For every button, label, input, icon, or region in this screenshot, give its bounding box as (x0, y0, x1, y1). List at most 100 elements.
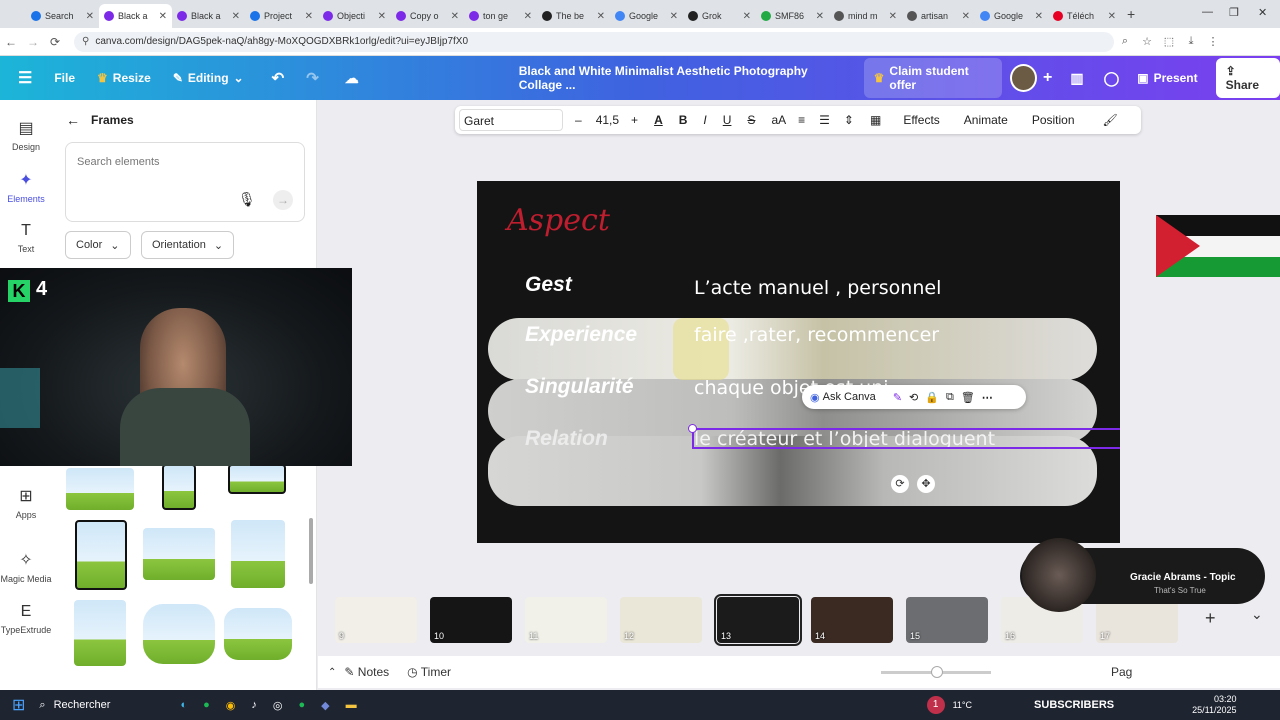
browser-tab[interactable]: Téléch ✕ (1048, 4, 1121, 28)
add-collaborator-icon[interactable]: + (1043, 69, 1052, 87)
rail-elements[interactable]: ✦ Elements (0, 170, 52, 204)
taskbar-search-icon[interactable]: ⌕ (39, 699, 45, 712)
italic-icon[interactable]: I (703, 113, 706, 127)
discord-icon[interactable]: ◆ (321, 699, 329, 712)
arrow-right-icon[interactable]: → (273, 190, 293, 210)
close-tab-icon[interactable]: ✕ (1035, 11, 1043, 22)
row-label-gest[interactable]: Gest (525, 273, 572, 297)
download-icon[interactable]: ⤓ (1180, 35, 1202, 48)
search-elements-input[interactable]: Search elements 🎙 → (65, 142, 305, 222)
bold-icon[interactable]: B (679, 113, 688, 127)
rail-apps[interactable]: ⊞ Apps (0, 486, 52, 520)
underline-icon[interactable]: U (723, 113, 732, 127)
ask-canva-button[interactable]: Ask Canva (823, 391, 876, 403)
font-size-field[interactable]: 41,5 (596, 113, 619, 127)
frame-item[interactable] (143, 604, 215, 664)
close-tab-icon[interactable]: ✕ (305, 11, 313, 22)
document-title[interactable]: Black and White Minimalist Aesthetic Pho… (519, 64, 850, 92)
new-tab-icon[interactable]: + (1127, 6, 1135, 22)
close-tab-icon[interactable]: ✕ (159, 11, 167, 22)
strikethrough-icon[interactable]: S (747, 113, 755, 127)
move-icon[interactable]: ✥ (917, 475, 935, 493)
row-label-relation[interactable]: Relation (525, 427, 608, 451)
url-field[interactable]: ⚲ canva.com/design/DAG5pek-naQ/ah8gy-MoX… (74, 31, 1114, 52)
design-page[interactable]: Aspect Gest L’acte manuel , personnel Ex… (477, 181, 1120, 543)
delete-icon[interactable]: 🗑 (961, 391, 975, 404)
selection-box[interactable] (692, 428, 1120, 449)
add-page-icon[interactable]: + (1205, 608, 1216, 629)
frame-item[interactable] (224, 608, 292, 660)
browser-tab[interactable]: Black a ✕ (99, 4, 172, 28)
row-value-experience[interactable]: faire ,rater, recommencer (694, 324, 939, 346)
rotate-icon[interactable]: ⟳ (891, 475, 909, 493)
browser-tab[interactable]: Search ✕ (26, 4, 99, 28)
spotify-icon[interactable]: ● (203, 699, 210, 711)
rail-typeextrude[interactable]: E TypeExtrude (0, 603, 52, 635)
notification-badge[interactable]: 1 (926, 696, 945, 714)
close-tab-icon[interactable]: ✕ (597, 11, 605, 22)
browser-tab[interactable]: artisan ✕ (902, 4, 975, 28)
menu-dots-icon[interactable]: ⋮ (1202, 35, 1224, 48)
page-thumbnail[interactable]: 10 (430, 597, 512, 643)
frame-item[interactable] (162, 464, 196, 510)
row-label-singularite[interactable]: Singularité (525, 375, 634, 399)
browser-tab[interactable]: Objecti ✕ (318, 4, 391, 28)
increase-size-button[interactable]: + (631, 113, 638, 127)
expand-pages-icon[interactable]: ⌄ (1251, 606, 1263, 623)
more-options-icon[interactable]: ⋯ (982, 391, 993, 404)
redo-icon[interactable]: ↷ (306, 69, 319, 87)
paint-format-icon[interactable]: 🖌 (1103, 113, 1118, 127)
duplicate-icon[interactable]: ⧉ (946, 391, 954, 404)
folder-icon[interactable]: ▬ (346, 699, 357, 711)
file-menu[interactable]: File (54, 71, 75, 85)
browser-tab[interactable]: mind m ✕ (829, 4, 902, 28)
transparency-icon[interactable]: ▦ (870, 113, 881, 127)
weather-temp[interactable]: 11°C (953, 700, 972, 710)
animate-button[interactable]: Animate (964, 113, 1008, 127)
edge-icon[interactable]: ◐ (180, 699, 187, 711)
share-button[interactable]: ⇪ Share (1215, 58, 1280, 98)
timer-button[interactable]: ◷ Timer (407, 665, 451, 679)
spacing-icon[interactable]: ⇕ (844, 113, 854, 127)
decrease-size-button[interactable]: – (575, 113, 582, 127)
browser-tab[interactable]: ton ge ✕ (464, 4, 537, 28)
browser-tab[interactable]: Google ✕ (975, 4, 1048, 28)
browser-tab[interactable]: Black a ✕ (172, 4, 245, 28)
list-icon[interactable]: ☰ (819, 113, 830, 127)
close-tab-icon[interactable]: ✕ (962, 11, 970, 22)
color-filter-button[interactable]: Color ⌄ (65, 231, 131, 259)
music-now-playing[interactable]: Gracie Abrams - Topic That's So True (1020, 538, 1265, 612)
bookmark-star-icon[interactable]: ☆ (1136, 35, 1158, 48)
panel-scrollbar[interactable] (309, 518, 313, 584)
tiktok-icon[interactable]: ♪ (251, 699, 257, 711)
insights-icon[interactable]: ▥ (1070, 70, 1083, 87)
rail-design[interactable]: ▤ Design (0, 118, 52, 152)
frame-item[interactable] (231, 520, 285, 588)
pages-button[interactable]: Pag (1111, 665, 1132, 679)
close-tab-icon[interactable]: ✕ (232, 11, 240, 22)
page-thumbnail[interactable]: 15 (906, 597, 988, 643)
close-tab-icon[interactable]: ✕ (524, 11, 532, 22)
page-thumbnail[interactable]: 13 (714, 594, 802, 646)
text-color-icon[interactable]: A (654, 113, 663, 127)
extensions-icon[interactable]: ⬚ (1158, 35, 1180, 48)
frame-item[interactable] (66, 468, 134, 510)
slide-title[interactable]: Aspect (507, 203, 610, 238)
rail-text[interactable]: T Text (0, 222, 52, 254)
microphone-icon[interactable]: 🎙 (238, 191, 256, 208)
app-icon[interactable]: ◎ (273, 699, 283, 712)
page-thumbnail[interactable]: 12 (620, 597, 702, 643)
close-tab-icon[interactable]: ✕ (889, 11, 897, 22)
frame-item[interactable] (143, 528, 215, 580)
collapse-up-icon[interactable]: ⌃ (328, 667, 336, 678)
back-icon[interactable]: ← (0, 35, 22, 49)
forward-icon[interactable]: → (22, 35, 44, 49)
zoom-slider[interactable] (880, 665, 991, 678)
close-tab-icon[interactable]: ✕ (1108, 11, 1116, 22)
back-arrow-icon[interactable]: ← (66, 112, 80, 128)
frame-item[interactable] (74, 600, 126, 666)
refresh-icon[interactable]: ⟲ (909, 391, 918, 404)
magic-edit-icon[interactable]: ✎ (893, 391, 902, 404)
zoom-icon[interactable]: ⌕ (1114, 35, 1136, 48)
close-window-icon[interactable]: ✕ (1258, 6, 1267, 19)
